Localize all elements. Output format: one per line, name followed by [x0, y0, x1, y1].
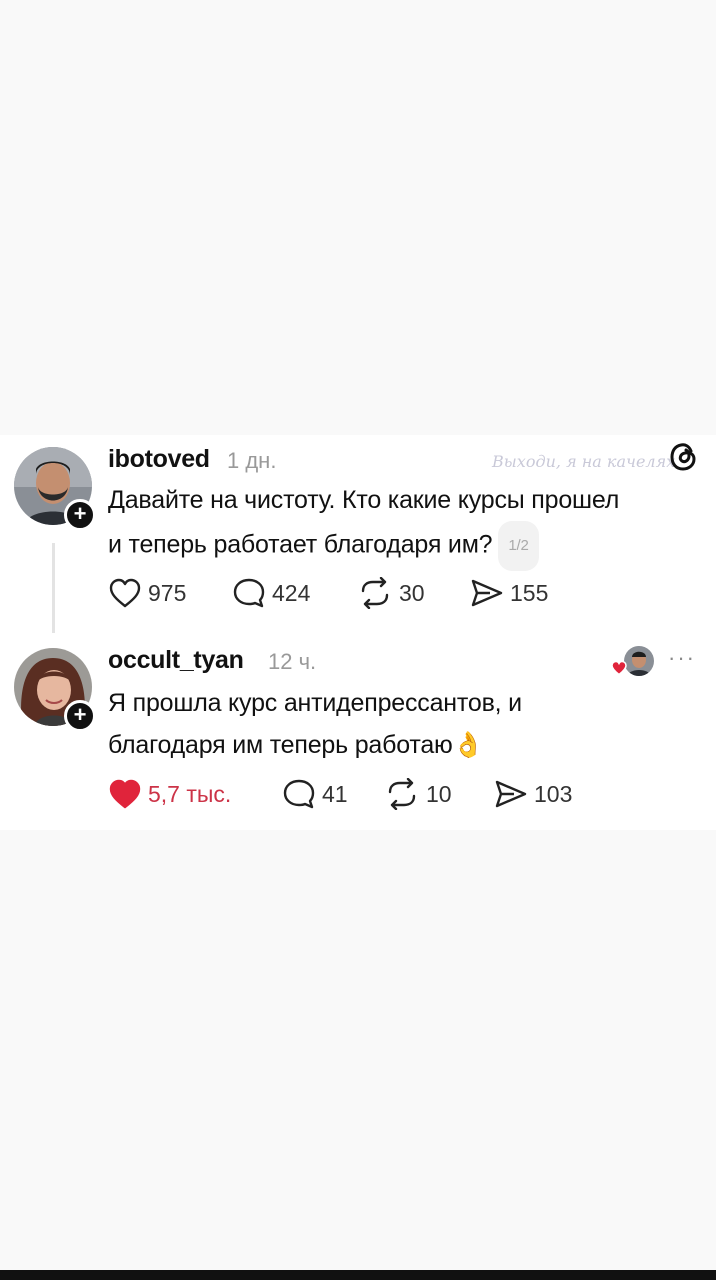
heart-icon	[109, 578, 141, 608]
comment-count: 424	[272, 579, 311, 606]
post-text-line: Я прошла курс антидепрессантов, и	[108, 689, 522, 717]
bottom-edge-bar	[0, 1270, 716, 1280]
post-text: Я прошла курс антидепрессантов, и благод…	[108, 682, 522, 766]
username[interactable]: occult_tyan	[108, 646, 244, 675]
post-text-line: и теперь работает благодаря им?	[108, 530, 493, 559]
like-button[interactable]: 975	[108, 577, 186, 609]
author-liked-avatar	[624, 646, 654, 676]
repost-icon	[361, 577, 389, 609]
like-button[interactable]: 5,7 тыс.	[108, 778, 231, 810]
comment-icon	[283, 779, 315, 809]
heart-filled-icon	[109, 779, 141, 809]
comment-button[interactable]: 424	[232, 577, 310, 609]
threads-logo-icon[interactable]	[664, 437, 704, 477]
more-icon[interactable]: ···	[668, 645, 696, 671]
follow-plus-icon[interactable]: +	[64, 499, 96, 531]
post-text: Давайте на чистоту. Кто какие курсы прош…	[108, 479, 619, 571]
repost-count: 30	[399, 579, 425, 606]
post-text-line: Давайте на чистоту. Кто какие курсы прош…	[108, 486, 620, 514]
share-icon	[495, 780, 527, 808]
comment-button[interactable]: 41	[282, 778, 348, 810]
watermark-text: Выходи, я на качелях	[492, 452, 676, 471]
repost-icon	[388, 778, 416, 810]
share-count: 103	[534, 780, 573, 807]
ok-hand-emoji: 👌	[452, 731, 484, 759]
pager-badge[interactable]: 1/2	[498, 521, 539, 571]
like-count: 5,7 тыс.	[148, 780, 232, 807]
follow-plus-icon[interactable]: +	[64, 700, 96, 732]
share-icon	[471, 579, 503, 607]
comment-count: 41	[322, 780, 348, 807]
share-count: 155	[510, 579, 549, 606]
repost-count: 10	[426, 780, 452, 807]
post-text-line: благодаря им теперь работаю	[108, 731, 453, 759]
share-button[interactable]: 155	[470, 577, 548, 609]
mini-heart-icon	[611, 660, 627, 676]
username[interactable]: ibotoved	[108, 445, 210, 474]
post-time: 12 ч.	[268, 649, 317, 674]
repost-button[interactable]: 30	[357, 577, 425, 609]
comment-icon	[233, 578, 265, 608]
thread-connector-line	[52, 543, 55, 633]
share-button[interactable]: 103	[494, 778, 572, 810]
post-time: 1 дн.	[227, 448, 277, 473]
like-count: 975	[148, 579, 187, 606]
repost-button[interactable]: 10	[384, 778, 452, 810]
